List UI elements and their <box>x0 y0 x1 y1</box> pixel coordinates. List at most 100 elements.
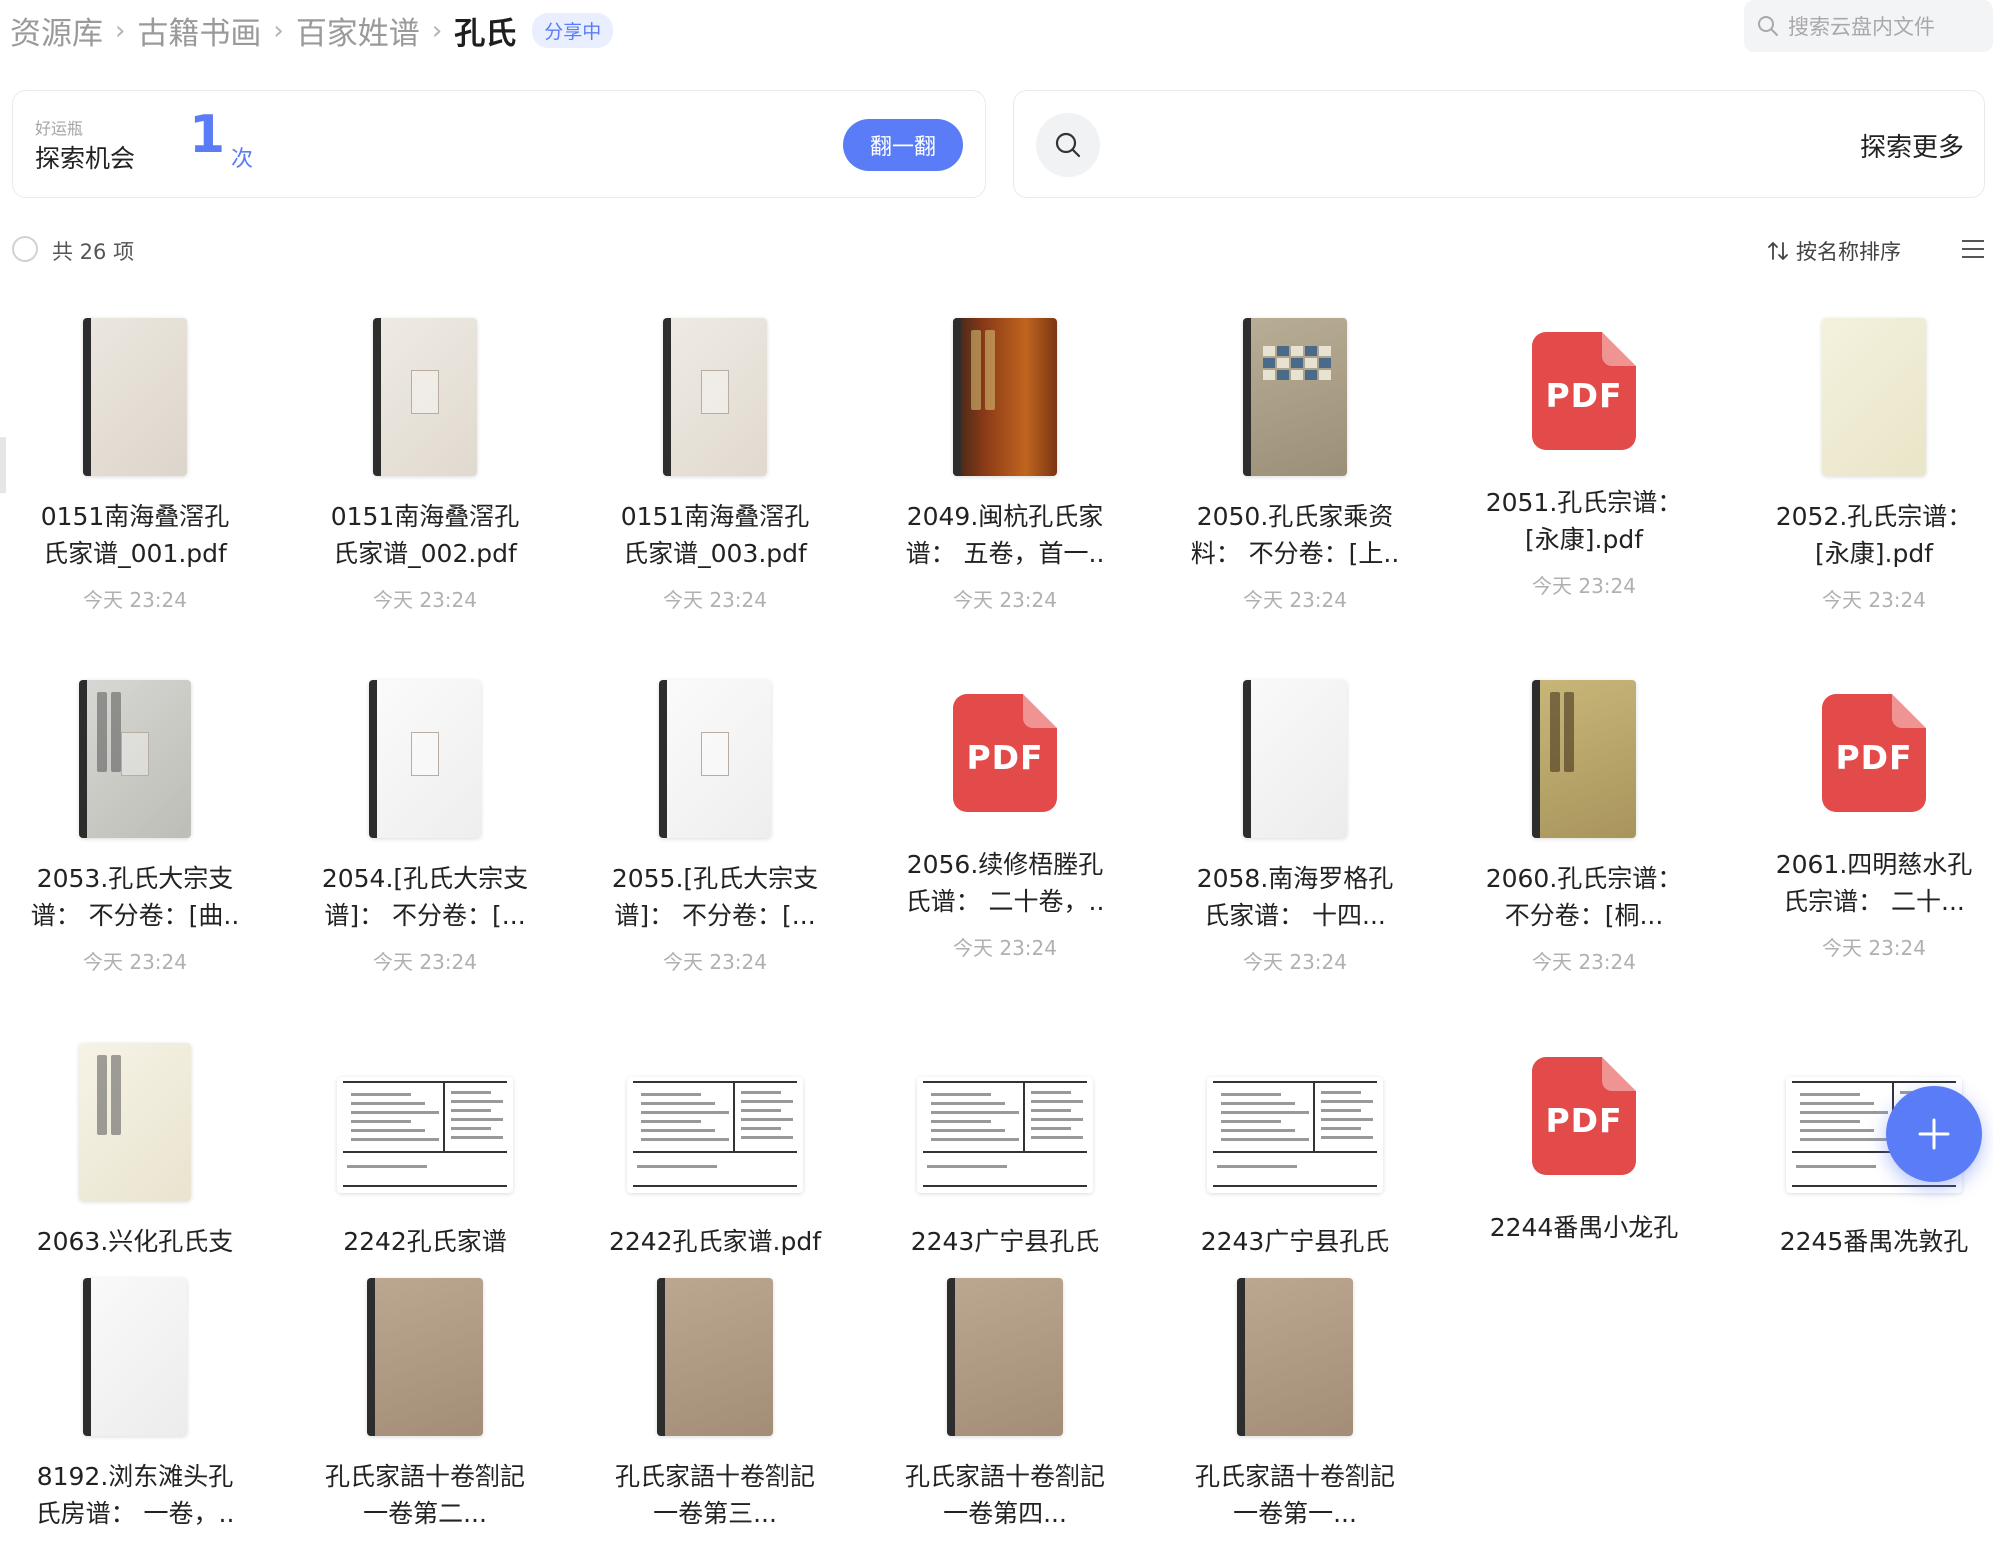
file-thumbnail <box>1237 1278 1353 1436</box>
file-name-line: 氏谱： 二十卷，.. <box>905 887 1105 916</box>
file-name: 孔氏家語十卷劄記 一卷第三... <box>580 1458 850 1532</box>
file-name-line: 料： 不分卷：[上.. <box>1190 539 1400 568</box>
file-name-line: 0151南海叠滘孔 <box>330 502 520 531</box>
file-thumbnail <box>663 318 767 476</box>
file-name-line: 2242孔氏家谱 <box>343 1227 507 1256</box>
file-name-line: 孔氏家語十卷劄記 <box>324 1462 525 1491</box>
breadcrumb-item[interactable]: 百家姓谱 <box>296 8 420 53</box>
file-thumbnail <box>79 680 191 838</box>
file-item[interactable]: 孔氏家語十卷劄記 一卷第二... <box>290 1260 560 1528</box>
luck-count-unit: 次 <box>231 147 254 172</box>
luck-count: 1 <box>189 105 226 165</box>
share-status-badge: 分享中 <box>532 13 614 48</box>
file-item[interactable]: 2053.孔氏大宗支 谱： 不分卷：[曲.. 今天 23:24 <box>0 662 270 974</box>
file-modified-time: 今天 23:24 <box>663 950 767 974</box>
pdf-file-icon: PDF <box>1822 694 1926 812</box>
pdf-file-icon: PDF <box>1532 332 1636 450</box>
file-name-line: 氏家谱_002.pdf <box>333 539 517 568</box>
breadcrumb-item[interactable]: 资源库 <box>10 8 103 53</box>
top-bar: 资源库 › 古籍书画 › 百家姓谱 › 孔氏 分享中 搜索云盘内文件 <box>0 0 1993 60</box>
file-name-line: 氏家谱_003.pdf <box>623 539 807 568</box>
file-name-line: 2061.四明慈水孔 <box>1775 850 1973 879</box>
file-name-line: [永康].pdf <box>1815 539 1933 568</box>
file-name-line: 2056.续修梧塍孔 <box>906 850 1104 879</box>
file-thumbnail <box>373 318 477 476</box>
luck-card: 好运瓶 探索机会 1 次 翻一翻 <box>12 90 986 198</box>
file-name: 0151南海叠滘孔 氏家谱_003.pdf <box>580 498 850 572</box>
file-item[interactable]: 2050.孔氏家乘资 料： 不分卷：[上.. 今天 23:24 <box>1160 300 1430 612</box>
file-thumbnail <box>83 1278 187 1436</box>
file-name: 0151南海叠滘孔 氏家谱_002.pdf <box>290 498 560 572</box>
search-icon <box>1055 132 1081 158</box>
file-thumbnail <box>1207 1077 1383 1193</box>
file-modified-time: 今天 23:24 <box>1822 936 1926 960</box>
file-thumbnail <box>83 318 187 476</box>
file-name: 2055.[孔氏大宗支 谱]： 不分卷：[... <box>580 860 850 934</box>
file-name-line: 2243广宁县孔氏 <box>1200 1227 1390 1256</box>
file-name-line: 谱： 不分卷：[曲.. <box>30 901 240 930</box>
sort-button[interactable]: 按名称排序 <box>1766 236 1901 266</box>
file-item[interactable]: 0151南海叠滘孔 氏家谱_001.pdf 今天 23:24 <box>0 300 270 612</box>
file-item[interactable]: 0151南海叠滘孔 氏家谱_003.pdf 今天 23:24 <box>580 300 850 612</box>
file-item[interactable]: 2060.孔氏宗谱： 不分卷：[桐... 今天 23:24 <box>1449 662 1719 974</box>
file-item[interactable]: 2049.闽杭孔氏家 谱： 五卷，首一.. 今天 23:24 <box>870 300 1140 612</box>
file-name-line: 一卷第三... <box>653 1499 777 1528</box>
file-item[interactable]: 2058.南海罗格孔 氏家谱： 十四... 今天 23:24 <box>1160 662 1430 974</box>
file-item[interactable]: 孔氏家語十卷劄記 一卷第四... <box>870 1260 1140 1528</box>
file-name: 2243广宁县孔氏 <box>1160 1223 1430 1260</box>
search-input[interactable]: 搜索云盘内文件 <box>1744 0 1993 52</box>
file-item[interactable]: PDF 2244番禺小龙孔 <box>1449 1025 1719 1255</box>
file-thumbnail <box>367 1278 483 1436</box>
file-name: 2061.四明慈水孔 氏宗谱： 二十... <box>1739 846 1993 920</box>
file-name: 孔氏家語十卷劄記 一卷第四... <box>870 1458 1140 1532</box>
file-modified-time: 今天 23:24 <box>1243 950 1347 974</box>
file-modified-time: 今天 23:24 <box>373 950 477 974</box>
file-item[interactable]: 孔氏家語十卷劄記 一卷第一... <box>1160 1260 1430 1528</box>
file-name: 8192.浏东滩头孔 氏房谱： 一卷，.. <box>0 1458 270 1532</box>
file-name-line: 2050.孔氏家乘资 <box>1196 502 1394 531</box>
file-grid: 0151南海叠滘孔 氏家谱_001.pdf 今天 23:24 0151南海叠滘孔 氏家谱… <box>0 300 1993 1545</box>
explore-card[interactable]: 探索更多 <box>1013 90 1985 198</box>
file-name-line: 谱]： 不分卷：[... <box>614 901 816 930</box>
file-item[interactable]: 0151南海叠滘孔 氏家谱_002.pdf 今天 23:24 <box>290 300 560 612</box>
file-modified-time: 今天 23:24 <box>1822 588 1926 612</box>
chevron-right-icon: › <box>431 15 443 46</box>
file-item[interactable]: 8192.浏东滩头孔 氏房谱： 一卷，.. <box>0 1260 270 1528</box>
file-item[interactable]: PDF 2056.续修梧塍孔 氏谱： 二十卷，.. 今天 23:24 <box>870 662 1140 962</box>
flip-button[interactable]: 翻一翻 <box>843 119 963 171</box>
file-modified-time: 今天 23:24 <box>953 936 1057 960</box>
file-item[interactable]: 2054.[孔氏大宗支 谱]： 不分卷：[... 今天 23:24 <box>290 662 560 974</box>
explore-more-link[interactable]: 探索更多 <box>1860 127 1964 164</box>
file-name-line: 2243广宁县孔氏 <box>910 1227 1100 1256</box>
file-item[interactable]: 孔氏家語十卷劄記 一卷第三... <box>580 1260 850 1528</box>
luck-title: 探索机会 <box>35 144 136 173</box>
file-item[interactable]: PDF 2051.孔氏宗谱： [永康].pdf 今天 23:24 <box>1449 300 1719 600</box>
chevron-right-icon: › <box>115 15 126 46</box>
sort-label: 按名称排序 <box>1796 240 1901 264</box>
file-item[interactable]: 2052.孔氏宗谱： [永康].pdf 今天 23:24 <box>1739 300 1993 612</box>
file-name: 2053.孔氏大宗支 谱： 不分卷：[曲.. <box>0 860 270 934</box>
breadcrumb: 资源库 › 古籍书画 › 百家姓谱 › 孔氏 分享中 <box>10 8 614 53</box>
breadcrumb-item[interactable]: 古籍书画 <box>137 8 261 53</box>
file-name-line: 0151南海叠滘孔 <box>40 502 230 531</box>
file-name-line: 氏房谱： 一卷，.. <box>35 1499 235 1528</box>
file-name-line: 不分卷：[桐... <box>1504 901 1664 930</box>
file-name: 2243广宁县孔氏 <box>870 1223 1140 1260</box>
file-name-line: 孔氏家語十卷劄記 <box>904 1462 1105 1491</box>
file-item[interactable]: 2055.[孔氏大宗支 谱]： 不分卷：[... 今天 23:24 <box>580 662 850 974</box>
file-modified-time: 今天 23:24 <box>1243 588 1347 612</box>
explore-search-button[interactable] <box>1036 113 1100 177</box>
file-name-line: 2055.[孔氏大宗支 <box>611 864 819 893</box>
menu-icon[interactable] <box>1960 238 1986 260</box>
file-name-line: 2242孔氏家谱.pdf <box>608 1227 822 1256</box>
file-name-line: 2053.孔氏大宗支 <box>36 864 234 893</box>
file-item[interactable]: PDF 2061.四明慈水孔 氏宗谱： 二十... 今天 23:24 <box>1739 662 1993 962</box>
file-thumbnail <box>1243 318 1347 476</box>
file-name: 2244番禺小龙孔 <box>1449 1209 1719 1246</box>
add-button[interactable] <box>1886 1086 1982 1182</box>
file-thumbnail <box>79 1043 191 1201</box>
breadcrumb-current: 孔氏 <box>454 16 517 52</box>
file-name-line: 2063.兴化孔氏支 <box>36 1227 234 1256</box>
file-name: 孔氏家語十卷劄記 一卷第二... <box>290 1458 560 1532</box>
select-all-checkbox[interactable] <box>12 236 38 262</box>
